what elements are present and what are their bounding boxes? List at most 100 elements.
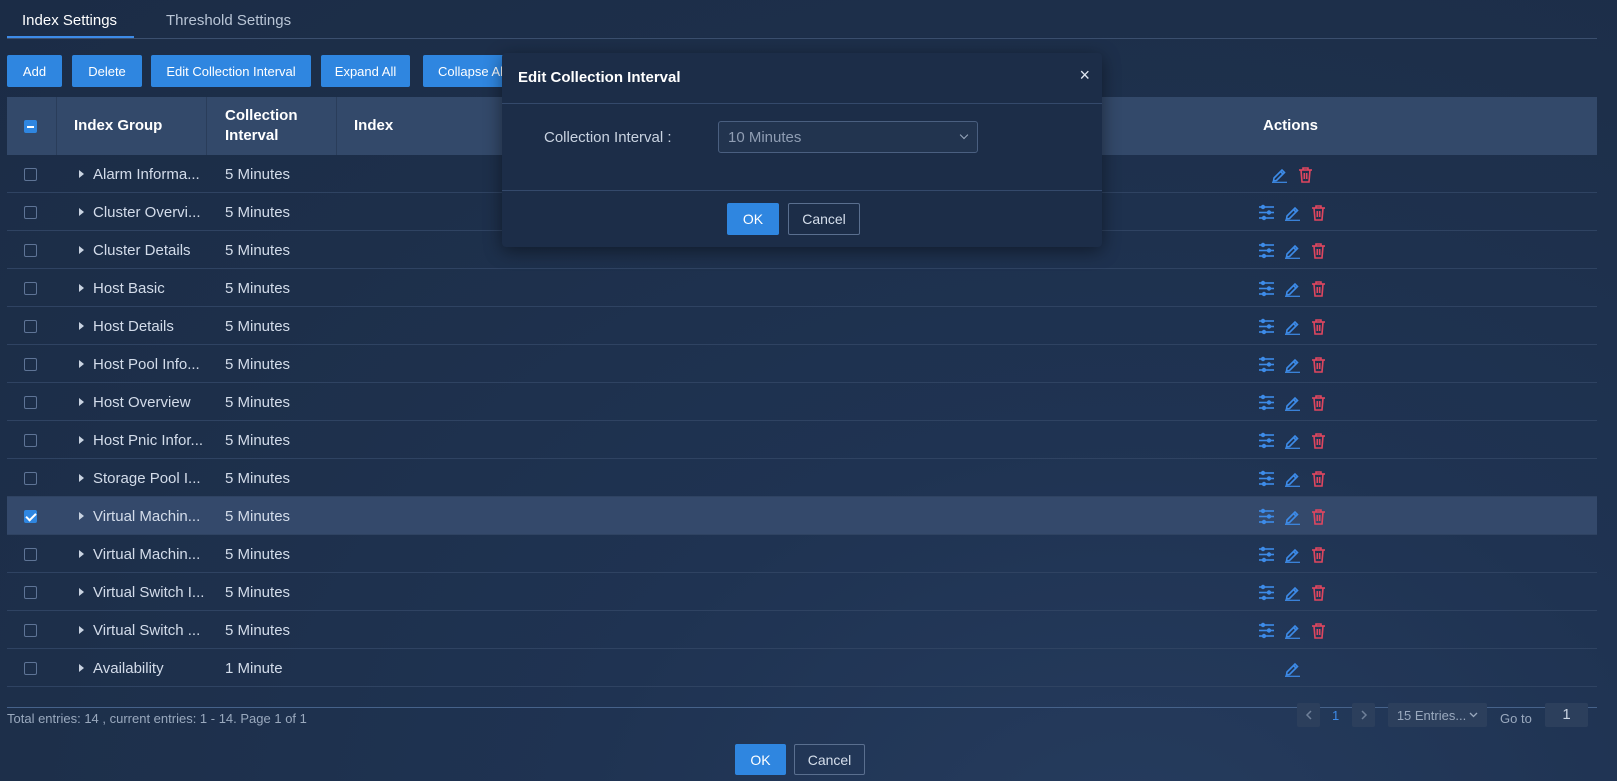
delete-icon[interactable]: [1310, 204, 1327, 221]
table-row[interactable]: Virtual Machin... 5 Minutes: [7, 497, 1597, 535]
edit-icon[interactable]: [1284, 204, 1301, 221]
expand-caret-icon[interactable]: [79, 246, 84, 254]
row-checkbox[interactable]: [24, 395, 37, 409]
row-checkbox[interactable]: [24, 509, 37, 523]
delete-icon[interactable]: [1310, 508, 1327, 525]
row-checkbox[interactable]: [24, 357, 37, 371]
edit-icon[interactable]: [1284, 394, 1301, 411]
table-row[interactable]: Host Overview 5 Minutes: [7, 383, 1597, 421]
expand-caret-icon[interactable]: [79, 322, 84, 330]
settings-icon[interactable]: [1258, 242, 1275, 259]
expand-caret-icon[interactable]: [79, 398, 84, 406]
index-group-cell: Virtual Switch ...: [79, 611, 200, 649]
edit-icon[interactable]: [1284, 242, 1301, 259]
settings-icon[interactable]: [1258, 394, 1275, 411]
table-row[interactable]: Virtual Switch ... 5 Minutes: [7, 611, 1597, 649]
expand-caret-icon[interactable]: [79, 170, 84, 178]
delete-icon[interactable]: [1310, 356, 1327, 373]
index-group-cell: Virtual Machin...: [79, 535, 200, 573]
edit-icon[interactable]: [1284, 318, 1301, 335]
delete-icon[interactable]: [1310, 394, 1327, 411]
dialog-divider: [502, 103, 1102, 104]
settings-icon[interactable]: [1258, 584, 1275, 601]
row-checkbox[interactable]: [24, 547, 37, 561]
delete-icon[interactable]: [1310, 584, 1327, 601]
row-checkbox[interactable]: [24, 623, 37, 637]
edit-icon[interactable]: [1284, 660, 1301, 677]
table-row[interactable]: Virtual Switch I... 5 Minutes: [7, 573, 1597, 611]
settings-icon[interactable]: [1258, 356, 1275, 373]
collection-interval-select[interactable]: 10 Minutes: [718, 121, 978, 153]
expand-caret-icon[interactable]: [79, 626, 84, 634]
table-row[interactable]: Storage Pool I... 5 Minutes: [7, 459, 1597, 497]
settings-icon[interactable]: [1258, 622, 1275, 639]
expand-all-button[interactable]: Expand All: [321, 55, 410, 87]
dialog-ok-button[interactable]: OK: [727, 203, 779, 235]
close-icon[interactable]: ×: [1079, 65, 1090, 86]
edit-icon[interactable]: [1284, 546, 1301, 563]
row-checkbox[interactable]: [24, 661, 37, 675]
row-checkbox[interactable]: [24, 281, 37, 295]
collapse-all-button[interactable]: Collapse All: [423, 55, 509, 87]
settings-icon[interactable]: [1258, 280, 1275, 297]
tab-threshold-settings[interactable]: Threshold Settings: [166, 12, 291, 29]
current-page-number[interactable]: 1: [1332, 708, 1339, 723]
table-row[interactable]: Host Details 5 Minutes: [7, 307, 1597, 345]
edit-icon[interactable]: [1284, 432, 1301, 449]
edit-icon[interactable]: [1284, 470, 1301, 487]
table-row[interactable]: Virtual Machin... 5 Minutes: [7, 535, 1597, 573]
prev-page-button[interactable]: [1297, 703, 1320, 727]
row-checkbox[interactable]: [24, 319, 37, 333]
tab-index-settings[interactable]: Index Settings: [22, 12, 117, 29]
edit-icon[interactable]: [1271, 166, 1288, 183]
expand-caret-icon[interactable]: [79, 550, 84, 558]
edit-icon[interactable]: [1284, 508, 1301, 525]
row-checkbox[interactable]: [24, 433, 37, 447]
expand-caret-icon[interactable]: [79, 436, 84, 444]
page-cancel-button[interactable]: Cancel: [794, 744, 865, 775]
delete-icon[interactable]: [1297, 166, 1314, 183]
delete-icon[interactable]: [1310, 470, 1327, 487]
row-checkbox[interactable]: [24, 471, 37, 485]
edit-icon[interactable]: [1284, 280, 1301, 297]
delete-button[interactable]: Delete: [72, 55, 142, 87]
row-checkbox[interactable]: [24, 167, 37, 181]
settings-icon[interactable]: [1258, 470, 1275, 487]
page-ok-button[interactable]: OK: [735, 744, 786, 775]
delete-icon[interactable]: [1310, 546, 1327, 563]
delete-icon[interactable]: [1310, 622, 1327, 639]
settings-icon[interactable]: [1258, 508, 1275, 525]
add-button[interactable]: Add: [7, 55, 62, 87]
row-checkbox[interactable]: [24, 585, 37, 599]
settings-icon[interactable]: [1258, 204, 1275, 221]
expand-caret-icon[interactable]: [79, 208, 84, 216]
expand-caret-icon[interactable]: [79, 512, 84, 520]
table-row[interactable]: Host Basic 5 Minutes: [7, 269, 1597, 307]
edit-icon[interactable]: [1284, 584, 1301, 601]
expand-caret-icon[interactable]: [79, 588, 84, 596]
edit-icon[interactable]: [1284, 356, 1301, 373]
table-row[interactable]: Host Pool Info... 5 Minutes: [7, 345, 1597, 383]
row-checkbox[interactable]: [24, 243, 37, 257]
settings-icon[interactable]: [1258, 432, 1275, 449]
select-all-checkbox[interactable]: [24, 119, 37, 133]
settings-icon[interactable]: [1258, 318, 1275, 335]
expand-caret-icon[interactable]: [79, 474, 84, 482]
edit-collection-interval-button[interactable]: Edit Collection Interval: [151, 55, 311, 87]
delete-icon[interactable]: [1310, 318, 1327, 335]
delete-icon[interactable]: [1310, 242, 1327, 259]
goto-page-input[interactable]: 1: [1545, 703, 1588, 727]
next-page-button[interactable]: [1352, 703, 1375, 727]
table-row[interactable]: Availability 1 Minute: [7, 649, 1597, 687]
expand-caret-icon[interactable]: [79, 664, 84, 672]
delete-icon[interactable]: [1310, 280, 1327, 297]
expand-caret-icon[interactable]: [79, 284, 84, 292]
dialog-cancel-button[interactable]: Cancel: [788, 203, 860, 235]
edit-icon[interactable]: [1284, 622, 1301, 639]
row-checkbox[interactable]: [24, 205, 37, 219]
table-row[interactable]: Host Pnic Infor... 5 Minutes: [7, 421, 1597, 459]
delete-icon[interactable]: [1310, 432, 1327, 449]
settings-icon[interactable]: [1258, 546, 1275, 563]
page-size-select[interactable]: 15 Entries...: [1388, 703, 1487, 727]
expand-caret-icon[interactable]: [79, 360, 84, 368]
